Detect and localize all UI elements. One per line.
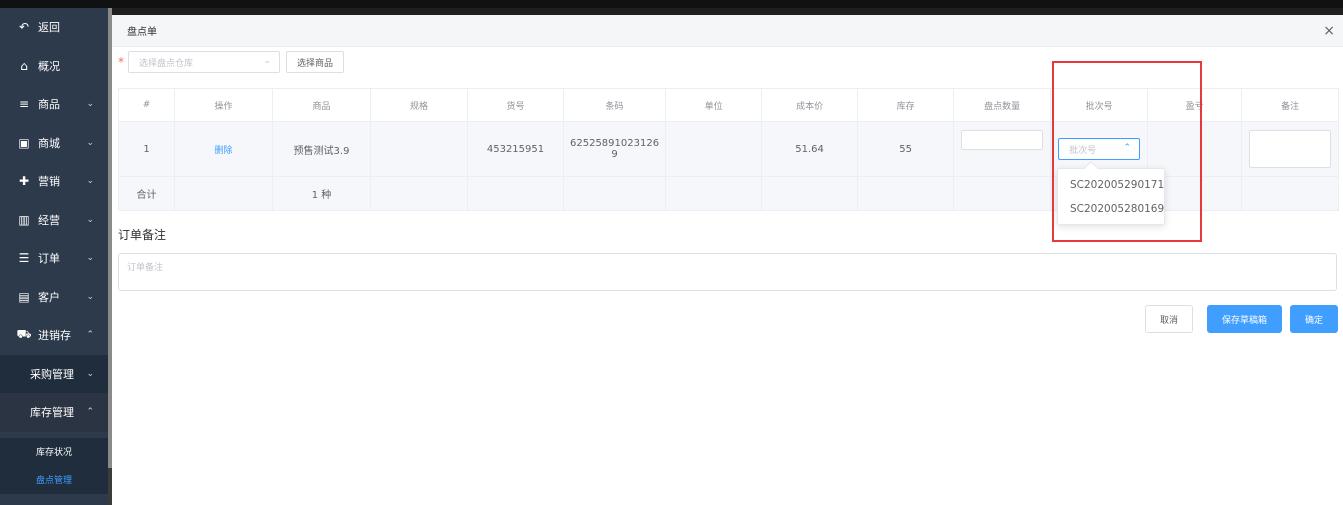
column-header: 备注 [1241,88,1340,122]
shopping-bag-icon: ▣ [18,135,30,150]
column-header: 商品 [272,88,371,122]
home-icon: ⌂ [20,58,28,73]
delete-row-link[interactable]: 删除 [214,146,232,156]
sidebar-item-label: 订单 [38,252,60,266]
sidebar-sub-label: 库存管理 [30,406,74,420]
chevron-down-icon: ⌄ [86,99,94,110]
column-header: 条码 [562,88,667,122]
sidebar-item-label: 进销存 [38,329,71,343]
chevron-down-icon: ⌄ [86,214,94,225]
chevron-up-icon: ⌃ [86,407,94,418]
cost-cell: 51.64 [761,121,859,177]
sidebar-item-label: 概况 [38,59,60,73]
dialog-header: 盘点单 × [112,15,1343,47]
order-remark-title: 订单备注 [118,228,167,242]
required-mark: * [118,55,124,69]
save-draft-button[interactable]: 保存草稿箱 [1206,305,1282,333]
chevron-down-icon: ⌄ [263,56,271,66]
annotation-highlight-box [1052,61,1202,242]
truck-icon: ⛟ [16,327,32,342]
order-list-icon: ☰ [18,251,30,266]
dialog-actions: 取消 保存草稿箱 确定 [1139,305,1338,333]
sidebar-item-label: 商城 [38,136,60,150]
sidebar-leaf-stock-status[interactable]: 库存状况 [0,437,108,466]
sidebar-sub-label: 采购管理 [30,367,74,381]
warehouse-select[interactable]: 选择盘点仓库 ⌄ [128,51,280,73]
cancel-button[interactable]: 取消 [1144,305,1193,333]
sidebar-item-orders[interactable]: ☰ 订单 ⌄ [0,239,108,278]
sidebar-leaf-stocktaking[interactable]: 盘点管理 [0,465,108,494]
sidebar-item-products[interactable]: ≡ 商品 ⌄ [0,85,108,124]
stocktake-dialog: 盘点单 × * 选择盘点仓库 ⌄ 选择商品 # 操作 商品 规格 货号 条码 单… [112,15,1343,505]
product-name: 预售测试3.9 [272,121,371,177]
sidebar: ↶ 返回 ⌂ 概况 ≡ 商品 ⌄ ▣ 商城 ⌄ ✚ 营销 ⌄ ▥ 经营 ⌄ ☰ … [0,8,108,505]
dialog-toolbar: * 选择盘点仓库 ⌄ 选择商品 [118,51,345,73]
warehouse-select-placeholder: 选择盘点仓库 [139,58,194,69]
sidebar-item-label: 客户 [38,290,60,304]
chevron-up-icon: ⌃ [86,330,94,341]
gift-icon: ✚ [18,174,30,189]
sidebar-sub-stock[interactable]: 库存管理 ⌃ [0,393,108,432]
confirm-button[interactable]: 确定 [1289,305,1338,333]
column-header: 操作 [174,88,273,122]
sidebar-item-label: 营销 [38,175,60,189]
summary-label: 合计 [118,176,175,211]
select-product-button[interactable]: 选择商品 [286,51,345,73]
chevron-down-icon: ⌄ [86,291,94,302]
sidebar-item-back[interactable]: ↶ 返回 [0,8,108,47]
list-icon: ≡ [18,97,30,112]
sidebar-item-operations[interactable]: ▥ 经营 ⌄ [0,201,108,240]
row-remark-textarea[interactable] [1249,130,1332,168]
row-index: 1 [118,121,175,177]
sidebar-item-overview[interactable]: ⌂ 概况 [0,47,108,86]
back-arrow-icon: ↶ [18,20,30,35]
column-header: 规格 [370,88,468,122]
top-strip [0,0,1343,8]
barcode-cell: 62525891023126 9 [562,121,667,177]
chevron-down-icon: ⌄ [86,368,94,379]
sku-cell: 453215951 [467,121,564,177]
order-remark-textarea[interactable]: 订单备注 [118,253,1337,291]
chevron-down-icon: ⌄ [86,176,94,187]
column-header: 成本价 [761,88,859,122]
column-header: 库存 [857,88,955,122]
bar-chart-icon: ▥ [18,212,30,227]
stock-cell: 55 [857,121,955,177]
sidebar-item-label: 经营 [38,213,60,227]
sidebar-item-label: 返回 [38,21,60,35]
close-icon[interactable]: × [1323,23,1335,39]
id-card-icon: ▤ [18,289,30,304]
sidebar-item-customers[interactable]: ▤ 客户 ⌄ [0,278,108,317]
chevron-down-icon: ⌄ [86,253,94,264]
sidebar-sub-purchase[interactable]: 采购管理 ⌄ [0,354,108,393]
summary-count: 1 种 [272,176,371,211]
sidebar-item-label: 商品 [38,98,60,112]
unit-cell [665,121,763,177]
column-header: # [118,88,175,122]
column-header: 单位 [665,88,763,122]
count-quantity-input[interactable] [961,130,1044,150]
column-header: 盘点数量 [953,88,1052,122]
sidebar-item-marketing[interactable]: ✚ 营销 ⌄ [0,162,108,201]
sidebar-item-mall[interactable]: ▣ 商城 ⌄ [0,124,108,163]
sidebar-item-inventory[interactable]: ⛟ 进销存 ⌃ [0,316,108,355]
spec-cell [370,121,468,177]
dialog-title: 盘点单 [127,27,157,38]
chevron-down-icon: ⌄ [86,137,94,148]
column-header: 货号 [467,88,564,122]
